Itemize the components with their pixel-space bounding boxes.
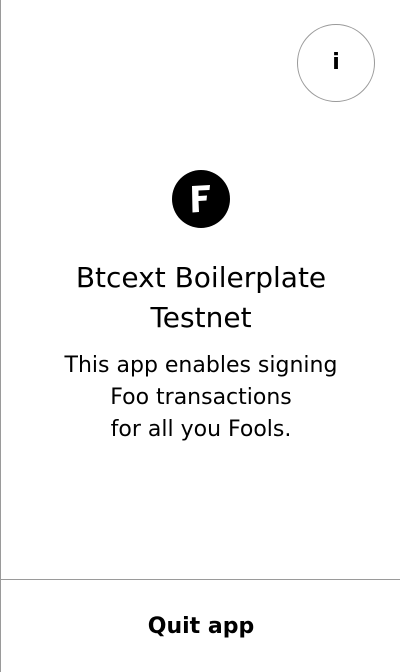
footer: Quit app [1, 579, 400, 672]
app-logo-icon [172, 170, 230, 228]
app-description: This app enables signing Foo transaction… [64, 353, 338, 442]
app-name: Btcext Boilerplate Testnet [75, 261, 327, 334]
info-icon: i [332, 50, 340, 75]
app-info-screen: i Btcext Boilerplate Testnet This app en… [0, 0, 400, 672]
app-logo-letter-icon [192, 185, 210, 213]
quit-app-button[interactable]: Quit app [128, 608, 274, 645]
info-button[interactable]: i [297, 24, 375, 102]
